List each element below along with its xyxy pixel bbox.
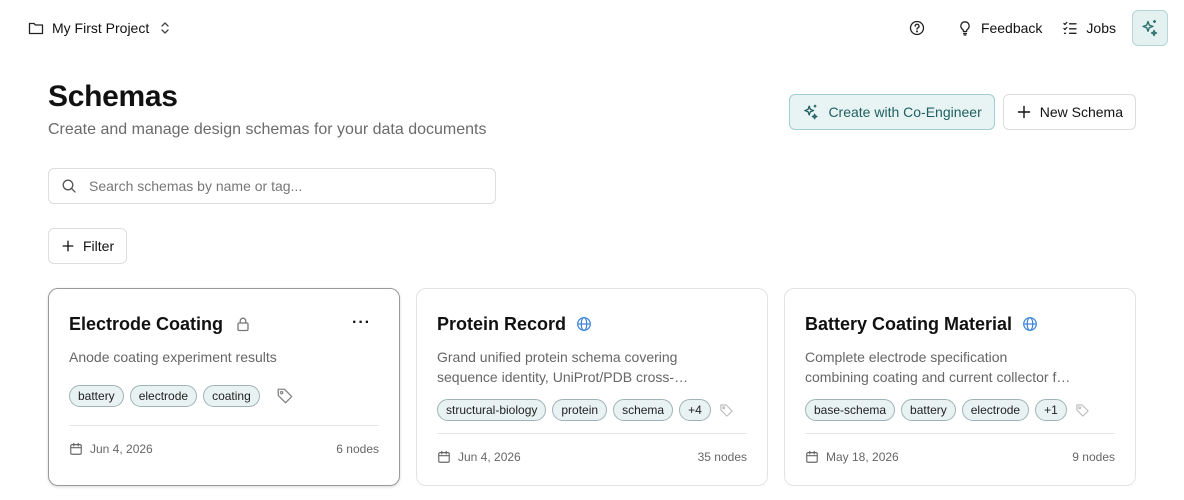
top-bar: My First Project Feedback Jobs — [0, 0, 1184, 56]
lightbulb-icon — [957, 20, 973, 36]
tag-list: battery electrode coating — [69, 385, 379, 407]
card-description-line: sequence identity, UniProt/PDB cross-… — [437, 369, 689, 385]
card-date: Jun 4, 2026 — [458, 450, 521, 464]
card-title: Battery Coating Material — [805, 313, 1013, 334]
search-box — [48, 168, 496, 204]
tag-overflow-count[interactable]: +4 — [679, 399, 711, 421]
co-engineer-label: Create with Co-Engineer — [828, 104, 982, 120]
search-input[interactable] — [89, 178, 469, 194]
jobs-label: Jobs — [1086, 20, 1116, 36]
card-divider — [437, 433, 747, 434]
tag[interactable]: structural-biology — [437, 399, 547, 421]
tag-icon[interactable] — [1075, 403, 1090, 418]
feedback-button[interactable]: Feedback — [947, 12, 1052, 44]
folder-icon — [28, 20, 44, 36]
card-date: Jun 4, 2026 — [90, 442, 153, 456]
filter-button[interactable]: Filter — [48, 228, 128, 264]
card-divider — [805, 433, 1115, 434]
sparkles-icon — [802, 103, 820, 121]
tag[interactable]: battery — [901, 399, 956, 421]
card-node-count: 35 nodes — [697, 450, 747, 464]
card-description: Complete electrode specification combini… — [805, 347, 1095, 387]
tag-list: structural-biology protein schema +4 — [437, 399, 747, 421]
page-header: Schemas Create and manage design schemas… — [48, 80, 486, 139]
lock-icon — [235, 316, 251, 332]
schema-card-battery-coating-material[interactable]: Battery Coating Material Complete electr… — [784, 288, 1136, 486]
plus-icon — [1016, 104, 1032, 120]
tag-icon[interactable] — [719, 403, 734, 418]
tag-list: base-schema battery electrode +1 — [805, 399, 1115, 421]
card-node-count: 9 nodes — [1072, 450, 1115, 464]
more-options-button[interactable]: ··· — [352, 315, 371, 331]
tag[interactable]: base-schema — [805, 399, 896, 421]
calendar-icon — [805, 450, 819, 464]
page-title: Schemas — [48, 80, 178, 113]
card-description: Anode coating experiment results — [69, 347, 359, 367]
card-footer: Jun 4, 2026 6 nodes — [69, 442, 379, 456]
card-title: Electrode Coating — [69, 313, 224, 334]
jobs-button[interactable]: Jobs — [1052, 12, 1126, 44]
chevron-up-down-icon — [159, 20, 171, 36]
sparkles-icon — [1140, 18, 1160, 38]
page-subtitle: Create and manage design schemas for you… — [48, 121, 487, 138]
new-schema-label: New Schema — [1039, 104, 1123, 120]
card-description-line: Anode coating experiment results — [69, 349, 277, 365]
card-node-count: 6 nodes — [336, 442, 379, 456]
card-description-line: Grand unified protein schema covering — [437, 349, 678, 365]
ai-assistant-button[interactable] — [1132, 10, 1168, 46]
create-with-co-engineer-button[interactable]: Create with Co-Engineer — [789, 94, 995, 130]
help-circle-icon — [909, 20, 925, 36]
tag-icon[interactable] — [276, 387, 294, 405]
header-actions: Create with Co-Engineer New Schema — [789, 94, 1136, 130]
tag[interactable]: electrode — [961, 399, 1030, 421]
filter-label: Filter — [83, 238, 115, 254]
help-button[interactable] — [899, 12, 935, 44]
tag[interactable]: electrode — [129, 385, 198, 407]
card-footer: May 18, 2026 9 nodes — [805, 450, 1115, 464]
project-switcher[interactable]: My First Project — [28, 16, 171, 40]
project-name: My First Project — [52, 20, 150, 36]
feedback-label: Feedback — [980, 20, 1043, 36]
tag[interactable]: battery — [69, 385, 124, 407]
plus-icon — [61, 239, 75, 253]
tag[interactable]: schema — [613, 399, 674, 421]
card-description: Grand unified protein schema covering se… — [437, 347, 727, 387]
globe-icon — [576, 316, 592, 332]
calendar-icon — [69, 442, 83, 456]
checklist-icon — [1062, 20, 1078, 36]
card-date: May 18, 2026 — [826, 450, 899, 464]
tag[interactable]: protein — [552, 399, 608, 421]
globe-icon — [1022, 316, 1038, 332]
card-divider — [69, 425, 379, 426]
schema-card-electrode-coating[interactable]: Electrode Coating ··· Anode coating expe… — [48, 288, 400, 486]
calendar-icon — [437, 450, 451, 464]
schema-card-protein-record[interactable]: Protein Record Grand unified protein sch… — [416, 288, 768, 486]
card-title: Protein Record — [437, 313, 567, 334]
new-schema-button[interactable]: New Schema — [1002, 94, 1136, 130]
card-description-line: Complete electrode specification — [805, 349, 1008, 365]
card-footer: Jun 4, 2026 35 nodes — [437, 450, 747, 464]
tag[interactable]: coating — [203, 385, 260, 407]
tag-overflow-count[interactable]: +1 — [1035, 399, 1067, 421]
card-description-line: combining coating and current collector … — [805, 369, 1071, 385]
search-icon — [61, 178, 77, 194]
